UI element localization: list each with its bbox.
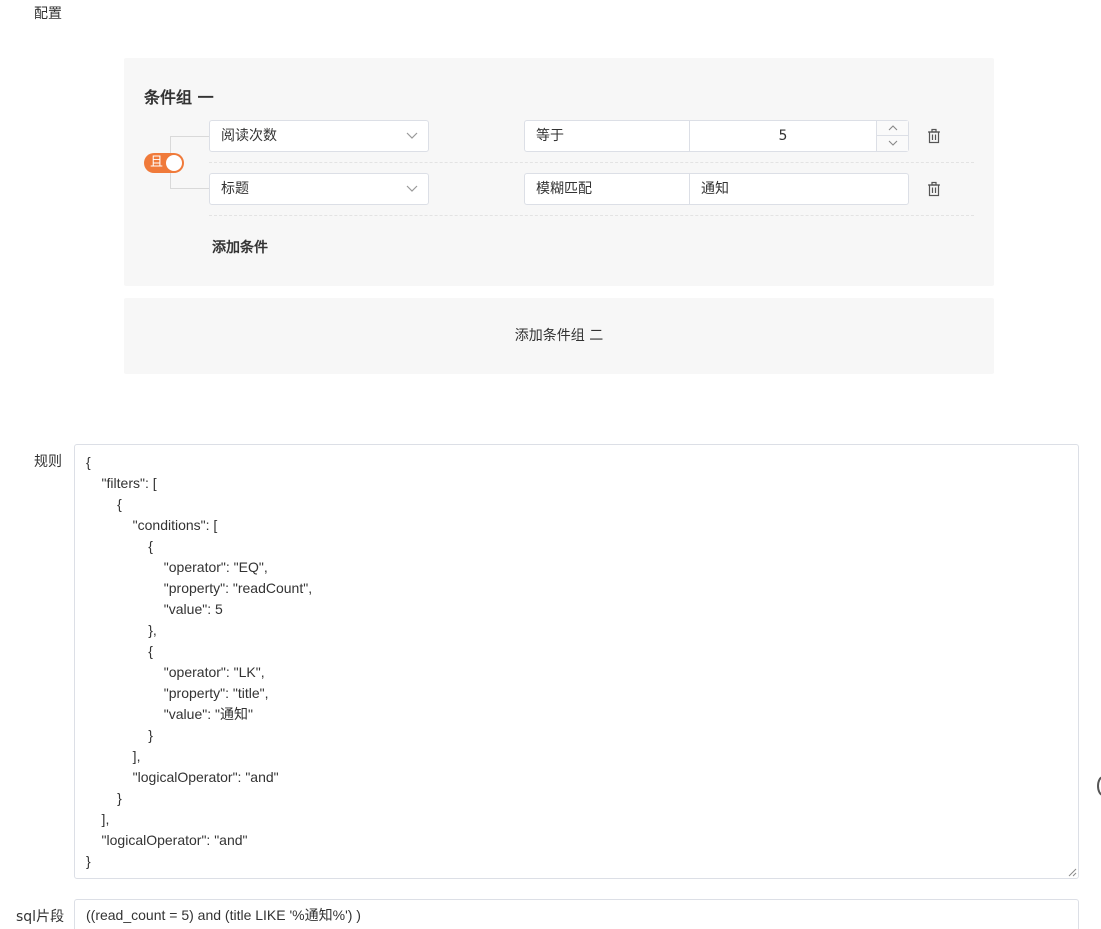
add-condition-group-button[interactable]: 添加条件组 二 <box>124 298 994 374</box>
decrement-button[interactable] <box>877 136 908 151</box>
chevron-down-icon <box>406 174 418 215</box>
resize-handle-icon[interactable] <box>1068 868 1077 877</box>
logic-bracket-bottom <box>170 172 210 189</box>
trash-icon <box>928 128 940 144</box>
condition-group-card: 条件组 一 且 阅读次数 等于 5 标题 模糊匹配 通知 添加条件 <box>124 58 994 286</box>
add-condition-button[interactable]: 添加条件 <box>212 237 268 257</box>
logic-operator-label: 且 <box>150 155 164 170</box>
row-divider <box>209 162 974 163</box>
sql-label: sql片段 <box>16 909 65 925</box>
logic-operator-toggle[interactable]: 且 <box>144 153 184 173</box>
delete-condition-button-row-1[interactable] <box>926 128 942 144</box>
sql-snippet-field[interactable]: ((read_count = 5) and (title LIKE '%通知%'… <box>74 899 1079 929</box>
chevron-up-icon <box>888 125 897 131</box>
row-divider <box>209 215 974 216</box>
field-select-value: 标题 <box>221 181 249 197</box>
value-input-row-2[interactable]: 通知 <box>689 173 909 205</box>
value-number-input-row-1[interactable]: 5 <box>689 120 909 152</box>
field-select-value: 阅读次数 <box>221 128 277 144</box>
operator-select-row-1[interactable]: 等于 <box>524 120 690 152</box>
number-stepper <box>876 121 908 151</box>
operator-select-row-2[interactable]: 模糊匹配 <box>524 173 690 205</box>
delete-condition-button-row-2[interactable] <box>926 181 942 197</box>
increment-button[interactable] <box>877 121 908 136</box>
field-select-row-1[interactable]: 阅读次数 <box>209 120 429 152</box>
rules-label: 规则 <box>34 454 62 470</box>
condition-group-title: 条件组 一 <box>144 88 214 107</box>
toggle-knob <box>166 155 182 171</box>
rules-json-textarea[interactable]: { "filters": [ { "conditions": [ { "oper… <box>74 444 1079 879</box>
chevron-down-icon <box>888 140 897 146</box>
chevron-down-icon <box>406 121 418 162</box>
config-label: 配置 <box>34 6 62 22</box>
trash-icon <box>928 181 940 197</box>
edge-indicator-icon <box>1097 776 1101 796</box>
field-select-row-2[interactable]: 标题 <box>209 173 429 205</box>
value-number: 5 <box>778 128 788 144</box>
